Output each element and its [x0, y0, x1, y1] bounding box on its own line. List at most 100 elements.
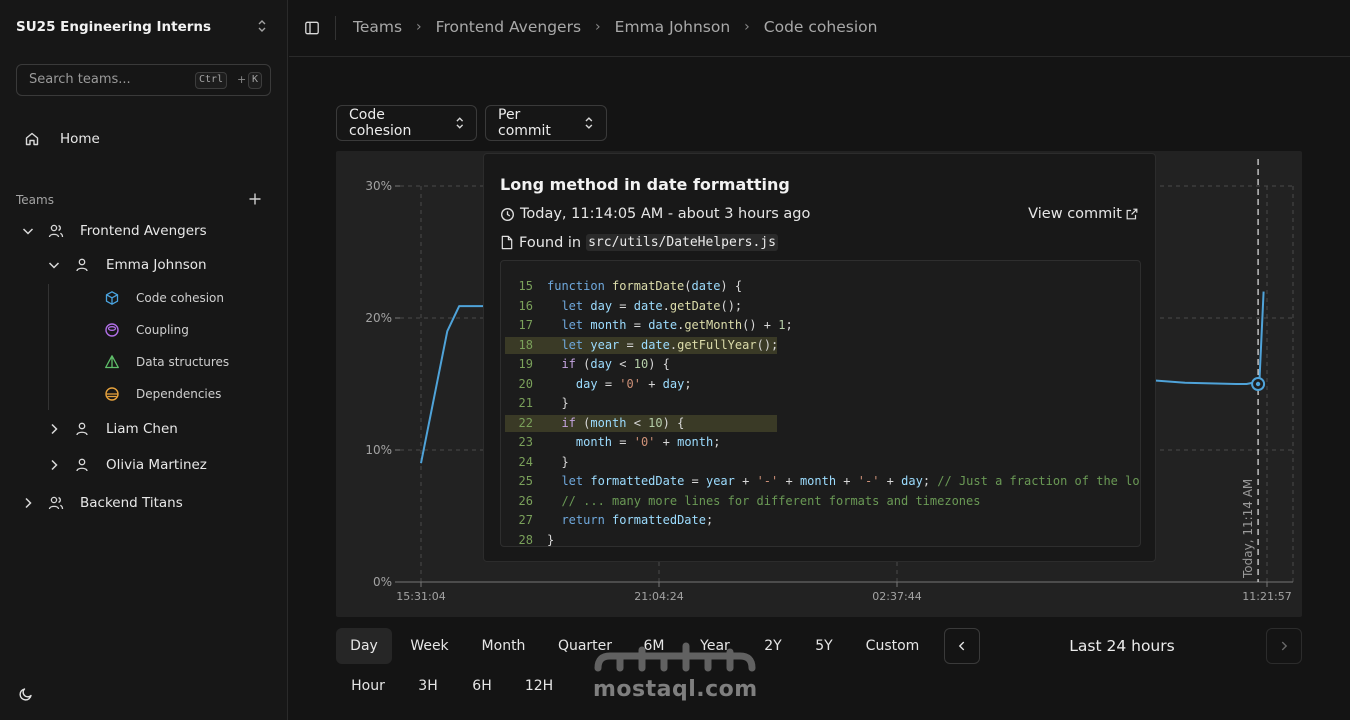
search-input[interactable]: Search teams... Ctrl + K [16, 64, 271, 96]
range-button-6h[interactable]: 6H [459, 668, 505, 704]
team-label: Frontend Avengers [80, 223, 207, 239]
chevrons-up-down-icon [585, 117, 593, 129]
x-tick-label: 15:31:04 [396, 590, 445, 603]
tooltip-found-in: Found in src/utils/DateHelpers.js [500, 234, 778, 251]
breadcrumb-item[interactable]: Teams [353, 18, 402, 36]
code-line: 21 } [505, 395, 1140, 412]
range-button-5y[interactable]: 5Y [802, 628, 846, 664]
kbd-ctrl: Ctrl [195, 72, 228, 89]
metric-label: Code cohesion [136, 291, 224, 305]
code-line: 28} [505, 532, 1140, 547]
range-button-12h[interactable]: 12H [511, 668, 567, 704]
code-line: 17 let month = date.getMonth() + 1; [505, 317, 1140, 334]
chevron-right-icon: › [416, 19, 422, 35]
team-frontend-avengers[interactable]: Frontend Avengers [20, 223, 207, 239]
code-line: 15 function formatDate(date) { [505, 278, 1140, 295]
granularity-select-value: Per commit [498, 107, 551, 139]
breadcrumb-item[interactable]: Emma Johnson [615, 18, 731, 36]
breadcrumb: Teams › Frontend Avengers › Emma Johnson… [353, 18, 877, 36]
range-button-month[interactable]: Month [467, 628, 540, 664]
metric-code-cohesion[interactable]: Code cohesion [104, 290, 224, 306]
plus-icon [249, 193, 261, 205]
sidebar: SU25 Engineering Interns Search teams...… [0, 0, 288, 720]
y-tick-label: 10% [365, 443, 392, 457]
x-tick-label: 02:37:44 [872, 590, 921, 603]
member-label: Emma Johnson [106, 257, 207, 273]
metric-label: Coupling [136, 323, 189, 337]
previous-range-button[interactable] [944, 628, 980, 664]
metric-coupling[interactable]: Coupling [104, 322, 189, 338]
code-line: 23 month = '0' + month; [505, 434, 1140, 451]
user-icon [76, 422, 88, 436]
metric-dependencies[interactable]: Dependencies [104, 386, 221, 402]
nav-home[interactable]: Home [24, 131, 100, 147]
next-range-button[interactable] [1266, 628, 1302, 664]
found-in-label: Found in [519, 234, 582, 251]
org-name[interactable]: SU25 Engineering Interns [16, 19, 211, 35]
chevron-right-icon [51, 459, 58, 471]
metric-data-structures[interactable]: Data structures [104, 354, 229, 370]
clock-icon [501, 207, 514, 221]
granularity-select[interactable]: Per commit [485, 105, 607, 141]
view-commit-link[interactable]: View commit [1028, 206, 1139, 222]
breadcrumb-item[interactable]: Frontend Avengers [436, 18, 581, 36]
nav-home-label: Home [60, 131, 100, 147]
chevron-down-icon [48, 262, 60, 269]
org-switcher-chevrons-icon[interactable] [256, 19, 268, 34]
range-button-week[interactable]: Week [397, 628, 462, 664]
theme-toggle-button[interactable] [18, 686, 34, 702]
coupling-icon [105, 323, 119, 337]
watermark-text: mostaql.com [593, 677, 758, 702]
member-label: Liam Chen [106, 421, 178, 437]
add-team-button[interactable] [246, 190, 264, 208]
external-link-icon [1126, 208, 1138, 220]
code-line: 19 if (day < 10) { [505, 356, 1140, 373]
breadcrumb-item: Code cohesion [763, 18, 878, 36]
member-liam-chen[interactable]: Liam Chen [46, 421, 178, 437]
users-icon [48, 496, 64, 510]
home-icon [25, 132, 39, 146]
x-tick-label: 11:21:57 [1242, 590, 1291, 603]
team-backend-titans[interactable]: Backend Titans [20, 495, 183, 511]
user-icon [76, 458, 88, 472]
kbd-plus: + [237, 73, 247, 86]
kbd-k: K [248, 72, 263, 89]
range-button-year[interactable]: Year [689, 628, 741, 664]
member-emma-johnson[interactable]: Emma Johnson [46, 257, 207, 273]
code-line: 18 let year = date.getFullYear(); [505, 336, 778, 354]
code-line: 25 let formattedDate = year + '-' + mont… [505, 473, 1140, 490]
chevron-right-icon: › [744, 19, 750, 35]
line-number: 18 [518, 337, 533, 352]
range-button-hour[interactable]: Hour [340, 668, 396, 704]
line-number: 23 [518, 435, 533, 449]
current-range-label: Last 24 hours [1069, 637, 1175, 655]
member-olivia-martinez[interactable]: Olivia Martinez [46, 457, 207, 473]
user-icon [76, 258, 88, 272]
divider [335, 16, 336, 40]
line-number: 22 [518, 415, 533, 430]
range-button-6m[interactable]: 6M [632, 628, 676, 664]
current-time-marker-label: Today, 11:14 AM [1241, 479, 1255, 579]
range-button-day[interactable]: Day [336, 628, 392, 664]
code-line: 20 day = '0' + day; [505, 376, 1140, 393]
range-button-quarter[interactable]: Quarter [546, 628, 624, 664]
tooltip-time-text: Today, 11:14:05 AM - about 3 hours ago [520, 206, 811, 222]
cylinder-icon [105, 387, 119, 401]
chevron-right-icon: › [595, 19, 601, 35]
code-line: 26 // ... many more lines for different … [505, 493, 1140, 510]
chevron-left-icon [958, 641, 965, 651]
range-button-3h[interactable]: 3H [405, 668, 451, 704]
line-number: 20 [518, 376, 533, 391]
range-button-2y[interactable]: 2Y [752, 628, 794, 664]
panel-left-icon [305, 21, 319, 35]
code-line: 22 if (month < 10) { [505, 414, 777, 432]
range-button-custom[interactable]: Custom [853, 628, 932, 664]
line-number: 19 [518, 357, 533, 371]
sidebar-toggle-button[interactable] [304, 20, 320, 36]
tooltip-time: Today, 11:14:05 AM - about 3 hours ago [500, 206, 810, 222]
metric-select[interactable]: Code cohesion [336, 105, 477, 141]
search-placeholder: Search teams... [29, 72, 131, 87]
chevron-right-icon [25, 497, 32, 509]
y-tick-label: 30% [365, 179, 392, 193]
line-number: 25 [518, 474, 533, 488]
